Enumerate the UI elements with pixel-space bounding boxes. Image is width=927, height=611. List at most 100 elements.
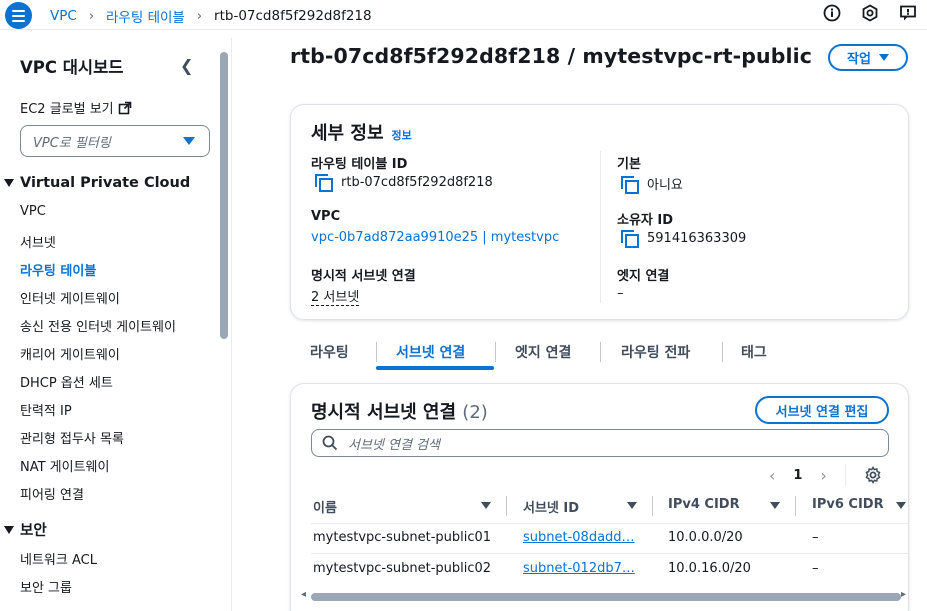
explicit-subnet-label: 명시적 서브넷 연결 [311,269,416,284]
associations-heading: 명시적 서브넷 연결 (2) [311,398,488,424]
sidebar-item-elastic-ips[interactable]: 탄력적 IP [20,400,72,419]
ec2-global-view-label: EC2 글로벌 보기 [20,102,114,117]
column-header-ipv6-cidr[interactable]: IPv6 CIDR [812,497,884,512]
tab-edge-associations[interactable]: 엣지 연결 [515,342,571,362]
info-link[interactable]: 정보 [392,127,412,143]
caret-down-icon [4,179,14,187]
vpc-filter-placeholder: VPC로 필터링 [33,135,111,151]
sidebar-item-carrier-gateways[interactable]: 캐리어 게이트웨이 [20,344,120,363]
edge-association-value: – [617,286,624,301]
column-header-name[interactable]: 이름 [313,497,337,516]
search-input[interactable]: 서브넷 연결 검색 [311,429,889,457]
sidebar-item-route-tables[interactable]: 라우팅 테이블 [20,260,96,279]
tab-routes[interactable]: 라우팅 [310,342,349,362]
table-cell-ipv6: – [812,530,819,545]
column-divider[interactable] [795,496,796,516]
divider [600,151,601,303]
chevron-right-icon: › [196,8,203,24]
sidebar-item-dhcp-options[interactable]: DHCP 옵션 세트 [20,372,113,391]
tab-divider [600,342,601,362]
column-divider[interactable] [506,496,507,516]
route-table-id-value: rtb-07cd8f5f292d8f218 [341,174,493,190]
search-icon [322,435,338,451]
explicit-subnet-value[interactable]: 2 서브넷 [311,286,360,306]
tab-divider [376,342,377,362]
sidebar-item-security-groups[interactable]: 보안 그룹 [20,577,72,596]
ec2-global-view-link[interactable]: EC2 글로벌 보기 [20,98,132,117]
settings-hex-icon[interactable] [861,4,879,22]
tab-subnet-associations[interactable]: 서브넷 연결 [396,342,465,362]
top-navigation: VPC › 라우팅 테이블 › rtb-07cd8f5f292d8f218 [0,0,927,30]
sidebar-item-egress-only-igw[interactable]: 송신 전용 인터넷 게이트웨이 [20,316,176,335]
sort-caret-icon[interactable] [481,502,491,509]
chevron-right-icon[interactable]: › [820,466,826,485]
scroll-left-icon[interactable]: ◂ [301,589,306,600]
horizontal-scrollbar[interactable] [311,593,901,601]
copy-icon[interactable] [621,230,639,248]
column-header-subnet-id[interactable]: 서브넷 ID [523,497,579,516]
subnet-associations-panel: 명시적 서브넷 연결 (2) 서브넷 연결 편집 서브넷 연결 검색 ‹ 1 ›… [290,383,909,611]
tab-divider [495,342,496,362]
gear-icon[interactable] [864,466,882,484]
vpc-filter-select[interactable]: VPC로 필터링 [20,125,210,157]
breadcrumb-current: rtb-07cd8f5f292d8f218 [214,8,372,24]
owner-id-label: 소유자 ID [617,213,674,228]
sidebar-item-prefix-lists[interactable]: 관리형 접두사 목록 [20,428,124,447]
section-security[interactable]: 보안 [4,519,47,540]
sidebar-item-subnets[interactable]: 서브넷 [20,232,56,251]
sidebar-item-network-acls[interactable]: 네트워크 ACL [20,549,97,568]
table-cell-ipv4: 10.0.16.0/20 [668,561,751,576]
info-icon[interactable] [823,4,841,22]
pagination: ‹ 1 › [769,464,882,486]
actions-button[interactable]: 작업 [828,44,908,71]
tab-route-propagation[interactable]: 라우팅 전파 [621,342,690,362]
collapse-sidebar-icon[interactable]: ❮ [180,56,193,75]
tab-tags[interactable]: 태그 [741,342,767,362]
sort-caret-icon[interactable] [627,502,637,509]
copy-icon[interactable] [621,175,639,194]
sidebar-item-internet-gateways[interactable]: 인터넷 게이트웨이 [20,288,120,307]
page-number[interactable]: 1 [793,468,802,483]
search-placeholder: 서브넷 연결 검색 [348,437,440,453]
sidebar-item-peering[interactable]: 피어링 연결 [20,484,84,503]
table-cell-ipv4: 10.0.0.0/20 [668,530,743,545]
divider [844,464,846,486]
external-link-icon [118,101,131,114]
copy-icon[interactable] [315,174,333,192]
edit-subnet-associations-button[interactable]: 서브넷 연결 편집 [755,396,889,424]
sidebar-item-vpc[interactable]: VPC [20,204,46,219]
row-divider [311,553,909,554]
column-header-ipv4-cidr[interactable]: IPv4 CIDR [668,497,740,512]
sort-caret-icon[interactable] [770,502,780,509]
route-table-id-label: 라우팅 테이블 ID [311,157,408,172]
sidebar-title[interactable]: VPC 대시보드 [20,54,123,78]
column-divider[interactable] [652,496,653,516]
associations-count: (2) [462,402,488,423]
breadcrumb-route-tables[interactable]: 라우팅 테이블 [106,6,185,26]
section-label: 보안 [20,523,47,539]
table-cell-name: mytestvpc-subnet-public01 [313,530,492,545]
table-cell-subnet-link[interactable]: subnet-08dadd… [523,530,635,545]
menu-icon[interactable] [5,2,32,29]
sidebar-item-nat-gateways[interactable]: NAT 게이트웨이 [20,456,109,475]
breadcrumb-vpc[interactable]: VPC [50,8,77,24]
section-virtual-private-cloud[interactable]: Virtual Private Cloud [4,175,190,191]
details-heading: 세부 정보 [311,123,384,144]
caret-down-icon [878,54,889,61]
breadcrumb: VPC › 라우팅 테이블 › rtb-07cd8f5f292d8f218 [50,6,372,26]
caret-down-icon [4,525,14,534]
scroll-right-icon[interactable]: ▸ [901,589,906,600]
row-divider [311,523,909,524]
sort-caret-icon[interactable] [896,502,906,509]
chevron-right-icon: › [88,8,95,24]
associations-title: 명시적 서브넷 연결 [311,402,457,423]
tab-bar: 라우팅 서브넷 연결 엣지 연결 라우팅 전파 태그 [290,336,909,370]
vpc-link[interactable]: vpc-0b7ad872aa9910e25 | mytestvpc [311,230,559,245]
feedback-icon[interactable] [899,4,917,22]
chevron-left-icon[interactable]: ‹ [769,466,775,485]
table-cell-subnet-link[interactable]: subnet-012db7… [523,561,635,576]
caret-down-icon [183,137,195,145]
section-label: Virtual Private Cloud [20,175,191,191]
actions-label: 작업 [847,52,871,67]
sidebar-scrollbar[interactable] [220,52,228,339]
